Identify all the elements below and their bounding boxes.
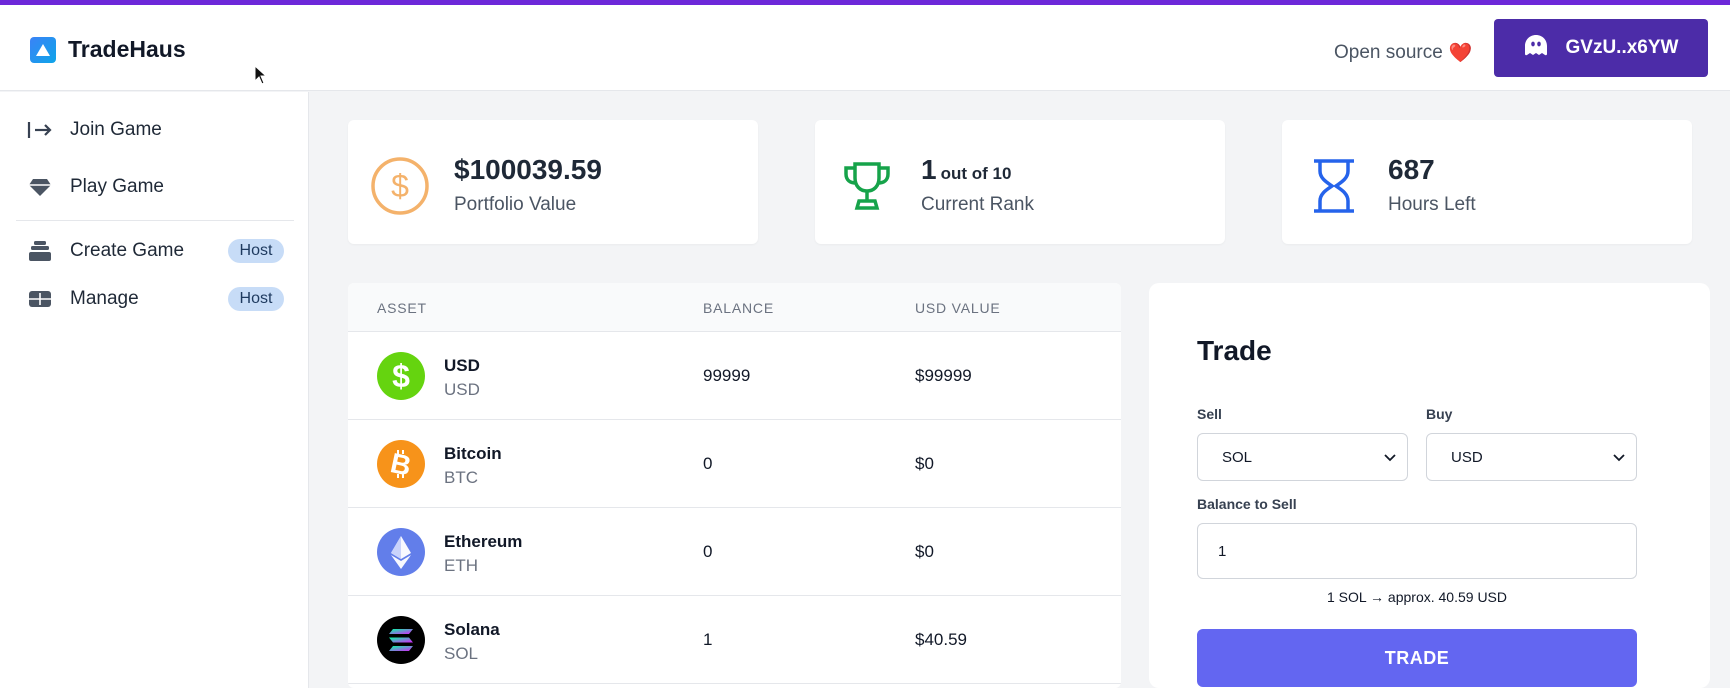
sell-label: Sell	[1197, 406, 1222, 422]
asset-usd-value: $0	[915, 454, 934, 473]
table-row: $ USD USD 99999 $99999	[348, 332, 1121, 420]
svg-text:B: B	[388, 447, 414, 482]
rank-value: 1 out of 10	[921, 154, 1011, 186]
svg-text:$: $	[391, 168, 409, 204]
portfolio-label: Portfolio Value	[454, 194, 577, 215]
mouse-cursor-icon	[254, 64, 268, 90]
brand[interactable]: TradeHaus	[30, 36, 186, 63]
host-badge: Host	[228, 287, 284, 311]
buy-label: Buy	[1426, 406, 1453, 422]
logo-icon	[30, 36, 56, 63]
sidebar-item-label: Join Game	[70, 119, 162, 140]
portfolio-value-card: $ $100039.59 Portfolio Value	[348, 120, 758, 244]
rank-label: Current Rank	[921, 194, 1034, 215]
asset-balance: 99999	[703, 366, 751, 385]
trade-button[interactable]: TRADE	[1197, 629, 1637, 687]
sidebar-item-create-game[interactable]: Create Game Host	[0, 229, 309, 273]
trophy-icon	[837, 156, 897, 216]
table-row: Solana SOL 1 $40.59	[348, 596, 1121, 684]
sell-select[interactable]: SOL	[1197, 433, 1408, 481]
open-source-link[interactable]: Open source ❤️	[1334, 41, 1472, 65]
rank-total: out of 10	[940, 164, 1012, 183]
asset-usd-value: $0	[915, 542, 934, 561]
table-row: B Bitcoin BTC 0 $0	[348, 420, 1121, 508]
asset-table: ASSET BALANCE USD VALUE $ USD USD 99999 …	[348, 283, 1121, 688]
trade-title: Trade	[1197, 335, 1272, 366]
table-row: Ethereum ETH 0 $0	[348, 508, 1121, 596]
portfolio-value: $100039.59	[454, 154, 602, 185]
asset-balance: 1	[703, 630, 713, 649]
host-badge: Host	[228, 239, 284, 263]
chevron-down-icon	[1383, 450, 1397, 468]
dollar-circle-icon: $	[370, 156, 430, 216]
hours-value: 687	[1388, 154, 1435, 185]
heart-icon: ❤️	[1448, 43, 1473, 64]
sidebar: Join Game Play Game Create Game Host Man…	[0, 92, 309, 688]
asset-usd-value: $99999	[915, 366, 972, 385]
sell-select-value: SOL	[1222, 448, 1253, 466]
rank-number: 1	[921, 154, 937, 185]
asset-balance: 0	[703, 542, 713, 561]
asset-symbol: SOL	[444, 644, 479, 663]
current-rank-card: 1 out of 10 Current Rank	[815, 120, 1225, 244]
svg-text:$: $	[392, 358, 410, 394]
wallet-button[interactable]: GVzU..x6YW	[1494, 19, 1708, 77]
asset-name: Bitcoin	[444, 444, 502, 463]
phantom-ghost-icon	[1524, 34, 1548, 62]
app-name: TradeHaus	[68, 36, 186, 62]
asset-usd-value: $40.59	[915, 630, 967, 649]
sidebar-item-join-game[interactable]: Join Game	[0, 108, 309, 152]
asset-name: USD	[444, 356, 480, 375]
table-header: ASSET BALANCE USD VALUE	[348, 283, 1121, 332]
asset-balance: 0	[703, 454, 713, 473]
diamond-icon	[26, 175, 54, 199]
hourglass-icon	[1304, 156, 1364, 216]
asset-name: Solana	[444, 620, 500, 639]
balance-to-sell-label: Balance to Sell	[1197, 496, 1297, 512]
asset-symbol: BTC	[444, 468, 478, 487]
wallet-address: GVzU..x6YW	[1565, 37, 1679, 58]
hours-left-card: 687 Hours Left	[1282, 120, 1692, 244]
stack-icon	[26, 239, 54, 263]
hours-label: Hours Left	[1388, 194, 1476, 215]
sidebar-divider	[16, 220, 294, 221]
sidebar-item-play-game[interactable]: Play Game	[0, 165, 309, 209]
usd-coin-icon: $	[377, 352, 425, 400]
column-header-usd-value: USD VALUE	[915, 300, 1001, 316]
sidebar-item-manage[interactable]: Manage Host	[0, 277, 309, 321]
trade-panel: Trade Sell Buy SOL USD Balance to Sell 1…	[1149, 283, 1710, 688]
asset-symbol: ETH	[444, 556, 478, 575]
asset-symbol: USD	[444, 380, 480, 399]
sidebar-item-label: Manage	[70, 288, 139, 309]
join-icon	[26, 118, 54, 142]
bitcoin-icon: B	[377, 440, 425, 488]
top-bar: TradeHaus Open source ❤️ GVzU..x6YW	[0, 5, 1730, 91]
grid-card-icon	[26, 287, 54, 311]
buy-select[interactable]: USD	[1426, 433, 1637, 481]
solana-icon	[377, 616, 425, 664]
sidebar-item-label: Create Game	[70, 240, 185, 261]
conversion-hint: 1 SOL → approx. 40.59 USD	[1326, 589, 1508, 605]
sidebar-item-label: Play Game	[70, 176, 164, 197]
ethereum-icon	[377, 528, 425, 576]
buy-select-value: USD	[1451, 448, 1483, 466]
column-header-asset: ASSET	[377, 300, 427, 316]
balance-to-sell-input[interactable]	[1197, 523, 1637, 579]
open-source-label: Open source	[1334, 42, 1443, 63]
asset-name: Ethereum	[444, 532, 523, 551]
chevron-down-icon	[1612, 450, 1626, 468]
column-header-balance: BALANCE	[703, 300, 774, 316]
